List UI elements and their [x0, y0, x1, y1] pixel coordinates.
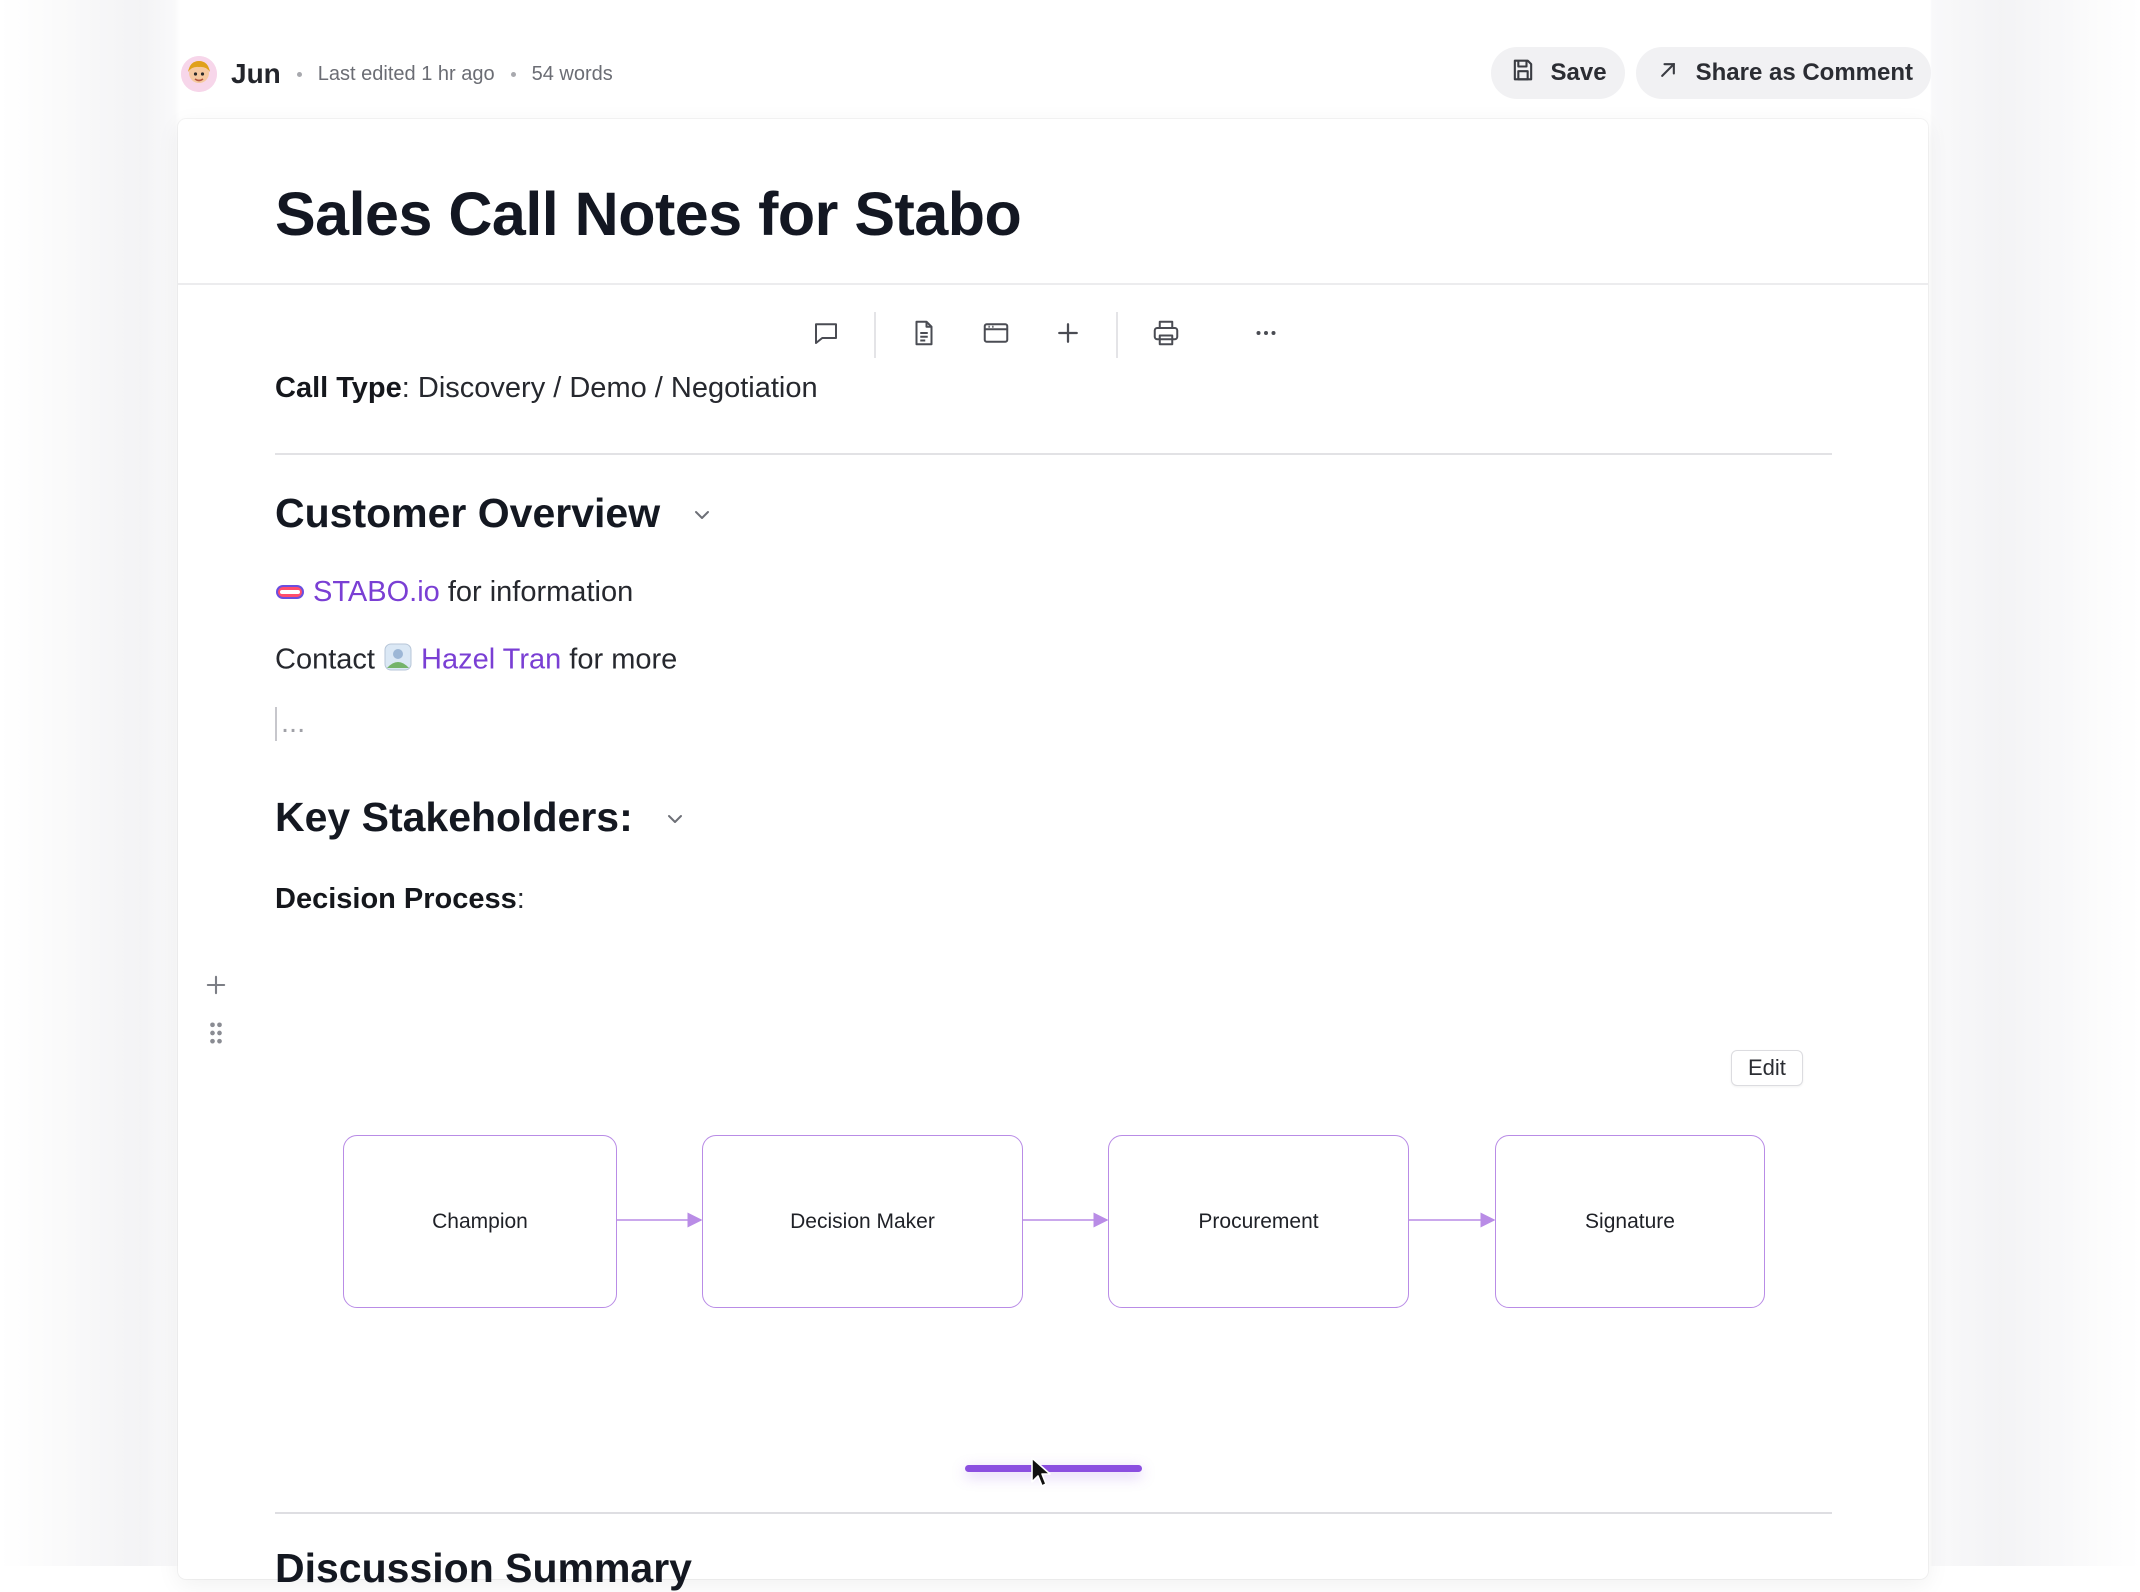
mouse-cursor-icon: [1030, 1456, 1054, 1495]
section-divider: [275, 1512, 1832, 1514]
document-meta-bar: Jun Last edited 1 hr ago 54 words: [181, 50, 613, 98]
diagram-node-champion[interactable]: Champion: [343, 1135, 617, 1308]
document-card: Sales Call Notes for Stabo Call Type: Di…: [178, 119, 1928, 1591]
save-label: Save: [1550, 59, 1607, 86]
share-label: Share as Comment: [1695, 59, 1913, 86]
save-button[interactable]: Save: [1490, 47, 1625, 99]
next-section-heading[interactable]: Discussion Summary: [275, 1545, 692, 1592]
author-avatar[interactable]: [181, 56, 217, 92]
last-edited-text: Last edited 1 hr ago: [317, 62, 495, 85]
diagram-node-procurement[interactable]: Procurement: [1108, 1135, 1409, 1308]
diagram-node-signature[interactable]: Signature: [1495, 1135, 1765, 1308]
word-count: 54 words: [531, 62, 613, 85]
save-icon: [1509, 56, 1537, 91]
author-name[interactable]: Jun: [231, 58, 281, 90]
share-as-comment-button[interactable]: Share as Comment: [1635, 47, 1931, 99]
separator-dot: [296, 71, 302, 77]
separator-dot: [510, 71, 516, 77]
diagram-node-decision-maker[interactable]: Decision Maker: [702, 1135, 1023, 1308]
header-actions: Save Share as Comment: [1490, 47, 1931, 99]
arrow-up-right-icon: [1654, 56, 1682, 91]
